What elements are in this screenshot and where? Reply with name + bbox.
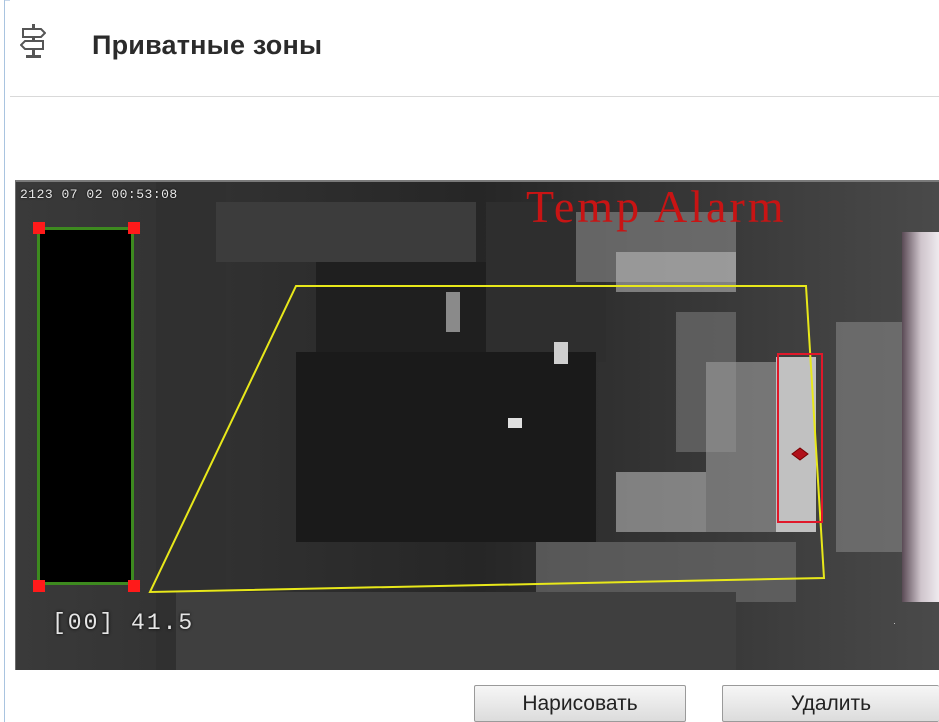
privacy-zone-handle-top-right[interactable] bbox=[128, 222, 140, 234]
privacy-zone-handle-bottom-right[interactable] bbox=[128, 580, 140, 592]
osd-timestamp: 2123 07 02 00:53:08 bbox=[20, 187, 178, 202]
frame-left-border bbox=[4, 0, 5, 722]
svg-text:·: · bbox=[893, 618, 896, 628]
signpost-icon bbox=[19, 24, 47, 58]
draw-button[interactable]: Нарисовать bbox=[474, 685, 686, 722]
osd-temperature: [00] 41.5 bbox=[52, 610, 195, 636]
privacy-zone-handle-top-left[interactable] bbox=[33, 222, 45, 234]
privacy-zone-handle-bottom-left[interactable] bbox=[33, 580, 45, 592]
privacy-zone-rectangle[interactable] bbox=[37, 227, 134, 585]
camera-video-view[interactable]: · 2123 07 02 00:53:08 Temp Alarm [00] 41… bbox=[15, 180, 939, 670]
delete-button[interactable]: Удалить bbox=[722, 685, 939, 722]
page-title: Приватные зоны bbox=[92, 30, 323, 60]
osd-alarm-text: Temp Alarm bbox=[526, 181, 787, 232]
page-header: Приватные зоны bbox=[10, 0, 939, 96]
header-divider bbox=[10, 96, 939, 97]
video-frame-image: · bbox=[16, 182, 939, 670]
